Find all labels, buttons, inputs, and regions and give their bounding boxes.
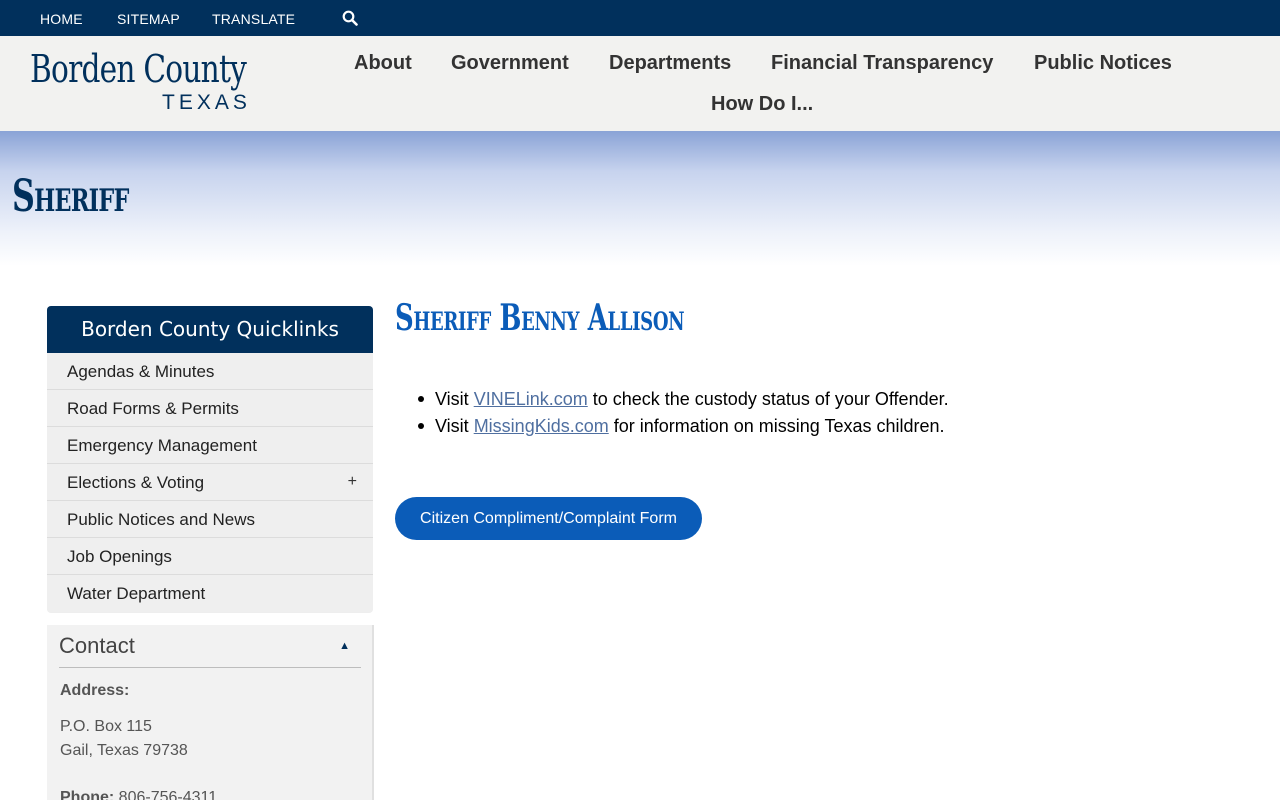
quicklink-public-notices-news[interactable]: Public Notices and News — [47, 501, 373, 538]
address-label: Address: — [60, 682, 130, 699]
logo-county-name: Borden County — [30, 47, 247, 91]
contact-panel: Contact ▲ Address: P.O. Box 115 Gail, Te… — [47, 625, 374, 800]
bullet-dot-icon — [418, 423, 424, 429]
page-title: Sheriff — [12, 171, 129, 222]
divider — [59, 667, 361, 668]
bullet-dot-icon — [418, 396, 424, 402]
page-banner: Sheriff — [0, 131, 1280, 266]
sitemap-link[interactable]: SITEMAP — [117, 11, 180, 27]
quicklink-water-department[interactable]: Water Department — [47, 575, 373, 612]
nav-financial-transparency[interactable]: Financial Transparency — [771, 53, 993, 73]
quicklink-label: Agendas & Minutes — [67, 362, 215, 381]
quicklink-label: Public Notices and News — [67, 510, 256, 529]
quicklinks-title: Borden County Quicklinks — [47, 306, 373, 353]
phone-value[interactable]: 806-756-4311 — [119, 789, 217, 800]
nav-public-notices[interactable]: Public Notices — [1034, 53, 1172, 73]
quicklink-job-openings[interactable]: Job Openings — [47, 538, 373, 575]
nav-how-do-i[interactable]: How Do I... — [711, 94, 813, 114]
quicklink-label: Road Forms & Permits — [67, 399, 239, 418]
utility-bar: HOME SITEMAP TRANSLATE — [0, 0, 1280, 36]
collapse-triangle-icon[interactable]: ▲ — [339, 641, 350, 652]
list-item-prefix: Visit — [435, 389, 474, 409]
complaint-form-button[interactable]: Citizen Compliment/Complaint Form — [395, 497, 702, 540]
list-item-prefix: Visit — [435, 416, 474, 436]
list-item-suffix: for information on missing Texas childre… — [608, 416, 945, 436]
vinelink-link[interactable]: VINELink.com — [474, 389, 588, 409]
nav-departments[interactable]: Departments — [609, 53, 731, 73]
phone-row: Phone: 806-756-4311 — [60, 790, 217, 800]
site-header: Borden County TEXAS About Government Dep… — [0, 36, 1280, 131]
quicklink-label: Elections & Voting — [67, 473, 205, 492]
address-line-1: P.O. Box 115 — [60, 718, 152, 735]
contact-title: Contact — [59, 633, 135, 658]
quicklink-road-forms-permits[interactable]: Road Forms & Permits — [47, 390, 373, 427]
search-icon[interactable] — [342, 10, 358, 26]
nav-about[interactable]: About — [354, 53, 412, 73]
address-line-2: Gail, Texas 79738 — [60, 742, 188, 759]
quicklink-agendas-minutes[interactable]: Agendas & Minutes — [47, 353, 373, 390]
list-item-suffix: to check the custody status of your Offe… — [587, 389, 949, 409]
quicklink-label: Emergency Management — [67, 436, 257, 455]
quicklink-emergency-management[interactable]: Emergency Management — [47, 427, 373, 464]
logo-state-name: TEXAS — [162, 91, 251, 114]
quicklink-label: Job Openings — [67, 547, 172, 566]
home-link[interactable]: HOME — [40, 11, 83, 27]
quicklink-label: Water Department — [67, 584, 206, 603]
phone-label: Phone: — [60, 789, 115, 800]
missingkids-link[interactable]: MissingKids.com — [474, 416, 609, 436]
expand-plus-icon[interactable]: + — [348, 474, 357, 490]
content-heading: Sheriff Benny Allison — [395, 297, 685, 339]
translate-link[interactable]: TRANSLATE — [212, 11, 295, 27]
nav-government[interactable]: Government — [451, 53, 569, 73]
quicklink-elections-voting[interactable]: Elections & Voting + — [47, 464, 373, 501]
quicklinks-panel: Borden County Quicklinks Agendas & Minut… — [47, 306, 373, 613]
